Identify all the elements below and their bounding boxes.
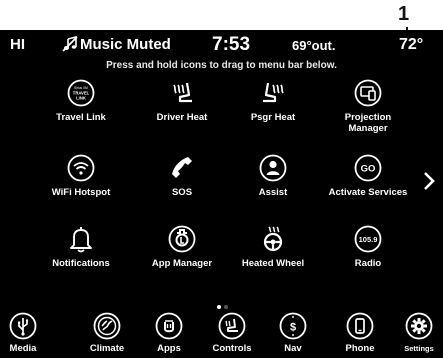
set-temperature[interactable]: 72°: [399, 36, 423, 54]
wifi-icon: [67, 154, 95, 182]
app-label: Assist: [258, 187, 288, 198]
app-label: WiFi Hotspot: [51, 187, 111, 198]
menu-label: Controls: [212, 343, 252, 354]
usb-media-icon: [9, 312, 37, 340]
phone-handset-icon: [168, 154, 196, 182]
menu-nav-button[interactable]: $ Nav: [266, 312, 320, 354]
app-label: App Manager: [151, 258, 213, 269]
svg-text:GO: GO: [361, 164, 376, 175]
app-label: Psgr Heat: [250, 112, 296, 123]
go-icon: GO: [354, 154, 382, 182]
nav-icon: $: [279, 312, 307, 340]
app-wifi-hotspot[interactable]: WiFi Hotspot: [31, 154, 131, 198]
app-app-manager[interactable]: App Manager: [132, 225, 232, 269]
outside-temperature: 69°out.: [292, 38, 336, 53]
music-muted-icon: [62, 35, 78, 52]
svg-text:$: $: [290, 322, 296, 334]
driver-heated-seat-icon: [168, 79, 196, 107]
app-label: Projection: [344, 112, 392, 123]
app-activate-services[interactable]: GO Activate Services: [318, 154, 418, 198]
app-label: Activate Services: [328, 187, 408, 198]
menu-phone-button[interactable]: Phone: [333, 312, 387, 354]
app-label: Heated Wheel: [241, 258, 305, 269]
left-climate-label[interactable]: HI: [10, 36, 25, 53]
climate-icon: [93, 312, 121, 340]
menu-bar: Media Climate Apps Controls $ Nav Phone …: [0, 308, 443, 358]
menu-controls-button[interactable]: Controls: [205, 312, 259, 354]
assist-person-icon: [259, 154, 287, 182]
app-label: Notifications: [52, 258, 110, 269]
svg-text:105.9: 105.9: [359, 235, 378, 244]
travel-link-icon: Sirius XM TRAVEL LINK: [67, 79, 95, 107]
passenger-heated-seat-icon: [259, 79, 287, 107]
controls-icon: [218, 312, 246, 340]
svg-text:Sirius XM: Sirius XM: [74, 86, 88, 90]
svg-text:LINK: LINK: [76, 96, 86, 101]
bell-icon: [67, 225, 95, 253]
phone-icon: [346, 312, 374, 340]
app-notifications[interactable]: Notifications: [31, 225, 131, 269]
app-travel-link[interactable]: Sirius XM TRAVEL LINK Travel Link: [31, 79, 131, 123]
app-label: Radio: [354, 258, 382, 269]
menu-label: Nav: [284, 343, 302, 354]
app-manager-icon: [168, 225, 196, 253]
app-radio[interactable]: 105.9 Radio: [318, 225, 418, 269]
next-page-chevron-icon[interactable]: [422, 170, 436, 192]
infotainment-screen: HI Music Muted 7:53 69°out. 72° Press an…: [0, 30, 443, 358]
menu-settings-button[interactable]: Settings: [392, 312, 443, 353]
menu-label: Climate: [89, 343, 125, 354]
menu-apps-button[interactable]: Apps: [142, 312, 196, 354]
app-sos[interactable]: SOS: [132, 154, 232, 198]
apps-icon: [155, 312, 183, 340]
heated-steering-wheel-icon: [259, 225, 287, 253]
radio-icon: 105.9: [354, 225, 382, 253]
app-label: Driver Heat: [156, 112, 208, 123]
drag-hint-text: Press and hold icons to drag to menu bar…: [106, 60, 337, 71]
callout-number: 1: [398, 3, 410, 25]
app-label: Travel Link: [56, 112, 106, 123]
menu-climate-button[interactable]: Climate: [80, 312, 134, 354]
menu-label: Media: [9, 343, 37, 354]
status-bar: HI Music Muted 7:53 69°out. 72°: [0, 34, 443, 56]
app-heated-wheel[interactable]: Heated Wheel: [223, 225, 323, 269]
menu-label: Apps: [157, 343, 181, 354]
projection-manager-icon: [354, 79, 382, 107]
app-driver-heat[interactable]: Driver Heat: [132, 79, 232, 123]
app-label: SOS: [171, 187, 193, 198]
app-label-line2: Manager: [348, 123, 388, 134]
menu-label: Settings: [404, 344, 434, 353]
app-assist[interactable]: Assist: [223, 154, 323, 198]
menu-label: Phone: [345, 343, 375, 354]
music-status-text: Music Muted: [80, 36, 171, 53]
app-projection-manager[interactable]: Projection Manager: [318, 79, 418, 134]
gear-icon: [405, 312, 433, 340]
app-psgr-heat[interactable]: Psgr Heat: [223, 79, 323, 123]
clock: 7:53: [212, 34, 251, 55]
menu-media-button[interactable]: Media: [0, 312, 50, 354]
